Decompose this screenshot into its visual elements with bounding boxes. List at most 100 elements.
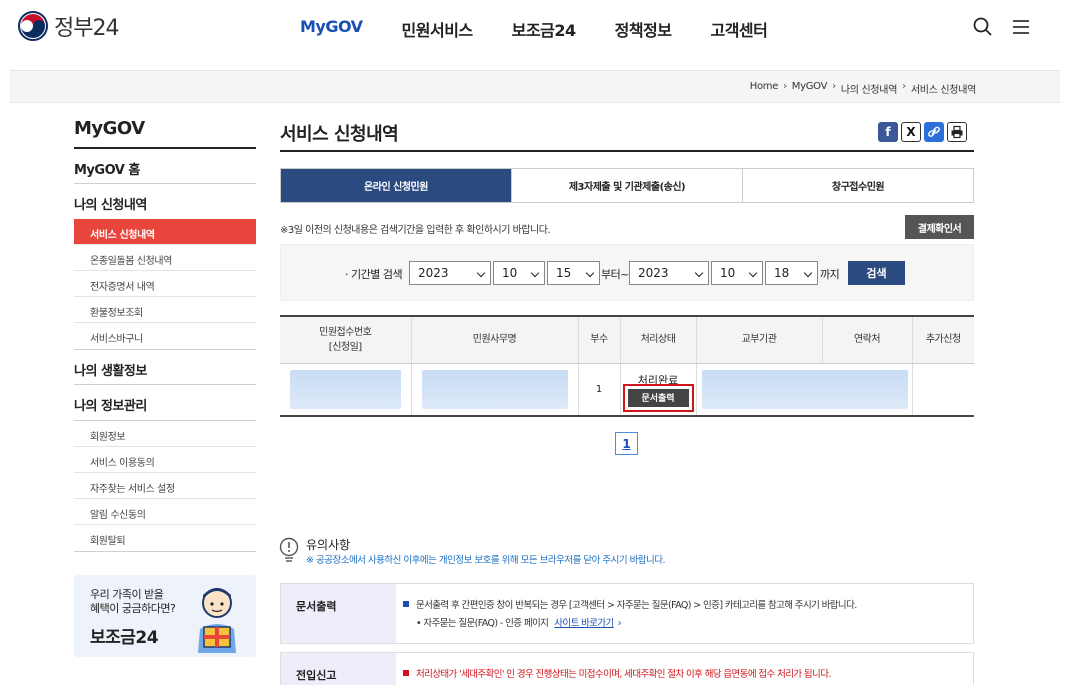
col-issuing-agency: 교부기관 <box>696 316 823 364</box>
nav-customer-center[interactable]: 고객센터 <box>710 17 767 41</box>
breadcrumb: Home › MyGOV › 나의 신청내역 › 서비스 신청내역 <box>750 81 977 96</box>
sidebar-item-mygov-home[interactable]: MyGOV 홈 <box>74 149 256 184</box>
link-copy-icon[interactable] <box>924 122 944 142</box>
breadcrumb-current[interactable]: 서비스 신청내역 <box>911 81 976 96</box>
sidebar-item-service-basket[interactable]: 서비스바구니 <box>74 323 256 349</box>
col-status: 처리상태 <box>620 316 697 364</box>
page-title: 서비스 신청내역 <box>280 124 399 145</box>
document-print-button[interactable]: 문서출력 <box>627 388 689 407</box>
info-line: 처리상태가 '세대주확인' 인 경우 진행상태는 미접수이며, 세대주확인 절차… <box>403 666 831 684</box>
info-line-text: 처리상태가 '세대주확인' 인 경우 진행상태는 미접수이며, 세대주확인 절차… <box>416 669 831 680</box>
from-suffix: 부터~ <box>601 268 629 281</box>
info-line-text: 문서출력 후 간편인증 창이 반복되는 경우 [고객센터 > 자주묻는 질문(F… <box>416 600 857 611</box>
sidebar: MyGOV MyGOV 홈 나의 신청내역 서비스 신청내역 온종일돌봄 신청내… <box>74 118 256 552</box>
payment-receipt-button[interactable]: 결제확인서 <box>905 215 974 239</box>
redacted-block <box>701 369 908 409</box>
hamburger-menu-icon[interactable] <box>1010 16 1032 38</box>
period-search-label: · 기간별 검색 <box>345 268 403 281</box>
banner-title: 보조금24 <box>90 628 159 648</box>
info-line: • 자주묻는 질문(FAQ) - 인증 페이지 사이트 바로가기 › <box>403 615 857 633</box>
sidebar-item-notification-consent[interactable]: 알림 수신동의 <box>74 499 256 525</box>
banner-line2: 혜택이 궁금하다면? <box>90 602 176 615</box>
from-day-select[interactable]: 15 <box>547 261 600 285</box>
sidebar-item-my-life-info[interactable]: 나의 생활정보 <box>74 350 256 385</box>
pagination-page-1[interactable]: 1 <box>615 432 638 455</box>
breadcrumb-apply[interactable]: 나의 신청내역 <box>841 81 898 96</box>
info-head-document-print: 문서출력 <box>281 584 396 643</box>
sidebar-title: MyGOV <box>74 118 256 149</box>
chevron-right-icon: › <box>832 81 836 92</box>
sidebar-item-refund-info[interactable]: 환불정보조회 <box>74 297 256 323</box>
nav-policy[interactable]: 정책정보 <box>615 17 672 41</box>
caution-title: 유의사항 <box>306 538 351 552</box>
sidebar-item-e-certificates[interactable]: 전자증명서 내역 <box>74 271 256 297</box>
info-body-document-print: 문서출력 후 간편인증 창이 반복되는 경우 [고객센터 > 자주묻는 질문(F… <box>403 597 857 633</box>
sidebar-item-service-consent[interactable]: 서비스 이용동의 <box>74 447 256 473</box>
applications-table: 민원접수번호 [신청일] 민원사무명 부수 처리상태 교부기관 연락처 추가신청… <box>280 315 974 417</box>
nav-subsidy[interactable]: 보조금24 <box>512 17 576 41</box>
tab-third-party-submission[interactable]: 제3자제출 및 기관제출(송신) <box>512 169 743 202</box>
banner-text: 우리 가족이 받을 혜택이 궁금하다면? <box>90 588 176 616</box>
breadcrumb-home[interactable]: Home <box>750 81 779 96</box>
to-year-select[interactable]: 2023 <box>629 261 709 285</box>
cell-status: 처리완료 문서출력 <box>620 363 697 417</box>
to-suffix: 까지 <box>820 268 840 281</box>
to-month-select[interactable]: 10 <box>711 261 763 285</box>
sidebar-submenu-info: 회원정보 서비스 이용동의 자주찾는 서비스 설정 알림 수신동의 회원탈퇴 <box>74 420 256 552</box>
caution-text: ※ 공공장소에서 사용하신 이후에는 개인정보 보호를 위해 모든 브라우저를 … <box>306 555 666 566</box>
search-icon[interactable] <box>972 16 994 38</box>
chevron-right-icon: › <box>617 618 622 629</box>
site-logo[interactable]: 정부24 <box>18 10 119 42</box>
print-icon[interactable] <box>947 122 967 142</box>
sidebar-item-withdraw[interactable]: 회원탈퇴 <box>74 525 256 551</box>
col-receipt-number: 민원접수번호 [신청일] <box>280 316 412 364</box>
facebook-share-icon[interactable]: f <box>878 122 898 142</box>
col-additional-request: 추가신청 <box>912 316 974 364</box>
period-notice: ※3일 이전의 신청내용은 검색기간을 입력한 후 확인하시기 바랍니다. <box>280 225 551 236</box>
cell-copies: 1 <box>578 363 621 417</box>
cell-additional-request <box>912 363 974 417</box>
table-header-row: 민원접수번호 [신청일] 민원사무명 부수 처리상태 교부기관 연락처 추가신청 <box>280 316 974 364</box>
breadcrumb-mygov[interactable]: MyGOV <box>792 81 828 96</box>
info-box-document-print: 문서출력 문서출력 후 간편인증 창이 반복되는 경우 [고객센터 > 자주묻는… <box>280 583 974 644</box>
printer-icon <box>951 125 963 139</box>
info-box-move-in-report: 전입신고 처리상태가 '세대주확인' 인 경우 진행상태는 미접수이며, 세대주… <box>280 652 974 685</box>
sidebar-item-allday-care[interactable]: 온종일돌봄 신청내역 <box>74 245 256 271</box>
sidebar-item-my-info-management[interactable]: 나의 정보관리 <box>74 385 256 420</box>
cell-agency-contact <box>696 363 913 417</box>
tab-counter-applications[interactable]: 창구접수민원 <box>743 169 973 202</box>
col-contact: 연락처 <box>822 316 913 364</box>
tab-online-applications[interactable]: 온라인 신청민원 <box>281 169 512 202</box>
square-bullet-icon <box>403 601 409 607</box>
from-year-select[interactable]: 2023 <box>409 261 491 285</box>
taegeuk-logo-icon <box>18 11 48 41</box>
to-day-select[interactable]: 18 <box>765 261 818 285</box>
col-copies: 부수 <box>578 316 621 364</box>
redacted-block <box>290 369 401 409</box>
breadcrumb-bar: Home › MyGOV › 나의 신청내역 › 서비스 신청내역 <box>10 70 1060 103</box>
sidebar-item-my-applications[interactable]: 나의 신청내역 <box>74 184 256 219</box>
sidebar-item-member-info[interactable]: 회원정보 <box>74 421 256 447</box>
banner-line1: 우리 가족이 받을 <box>90 588 164 601</box>
cell-service-name[interactable] <box>411 363 579 417</box>
from-month-select[interactable]: 10 <box>493 261 545 285</box>
nav-mygov[interactable]: MyGOV <box>300 17 363 41</box>
highlight-box: 문서출력 <box>622 383 694 412</box>
sidebar-item-service-applications[interactable]: 서비스 신청내역 <box>74 219 256 245</box>
chevron-right-icon: › <box>783 81 787 92</box>
search-button[interactable]: 검색 <box>848 261 905 285</box>
table-row: 1 처리완료 문서출력 <box>280 363 974 417</box>
title-divider <box>280 150 974 152</box>
faq-page-text: • 자주묻는 질문(FAQ) - 인증 페이지 <box>416 618 549 629</box>
col-service-name: 민원사무명 <box>411 316 579 364</box>
sidebar-item-favorite-services[interactable]: 자주찾는 서비스 설정 <box>74 473 256 499</box>
nav-civil-service[interactable]: 민원서비스 <box>402 17 474 41</box>
x-share-icon[interactable]: X <box>901 122 921 142</box>
subsidy24-banner[interactable]: 우리 가족이 받을 혜택이 궁금하다면? 보조금24 <box>74 575 256 657</box>
cell-receipt-number <box>280 363 412 417</box>
chevron-right-icon: › <box>902 81 906 92</box>
period-search-box: · 기간별 검색 2023 10 15 부터~ 2023 10 18 까지 검색 <box>280 244 974 301</box>
site-shortcut-link[interactable]: 사이트 바로가기 <box>554 618 614 629</box>
site-header: 정부24 MyGOV 민원서비스 보조금24 정책정보 고객센터 <box>0 0 1074 56</box>
info-head-move-in-report: 전입신고 <box>281 653 396 685</box>
